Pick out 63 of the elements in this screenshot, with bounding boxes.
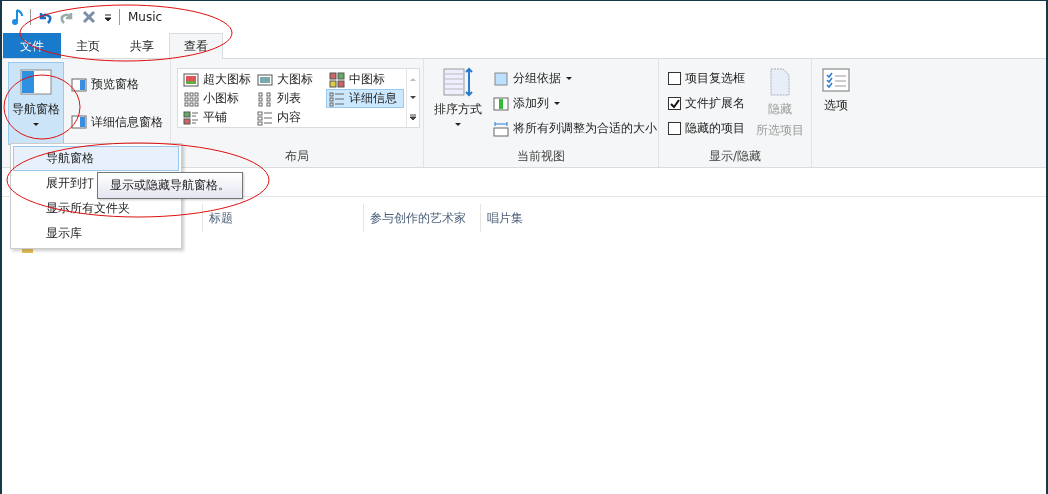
column-header[interactable]: 参与创作的艺术家 (363, 204, 480, 232)
caret-icon (553, 101, 561, 106)
layout-option[interactable]: 超大图标 (180, 70, 254, 89)
navigation-pane-button[interactable]: 导航窗格 (8, 62, 64, 145)
scroll-down-icon (409, 94, 417, 101)
layout-option[interactable]: 大图标 (254, 70, 326, 89)
landscape-icon (257, 71, 273, 88)
details-icon (329, 90, 345, 107)
ribbon-tab[interactable]: 共享 (115, 33, 169, 58)
content-list-icon (257, 109, 273, 126)
caret-icon (32, 122, 40, 127)
menu-item[interactable]: 导航窗格 (13, 146, 179, 171)
ribbon-tab[interactable]: 主页 (61, 33, 115, 58)
caret-icon (454, 122, 462, 127)
checkbox-option[interactable]: 项目复选框 (665, 68, 748, 89)
group-icon (493, 70, 509, 87)
window-title: Music (128, 10, 163, 24)
checklist-icon (822, 67, 850, 93)
caret-icon (565, 76, 573, 81)
sort-columns-icon (442, 67, 474, 97)
group-label: 当前视图 (516, 148, 566, 165)
column-header[interactable]: 唱片集 (480, 204, 617, 232)
blank-page-icon (767, 67, 793, 97)
preview-pane-icon (71, 76, 87, 93)
view-option[interactable]: 将所有列调整为合适的大小 (490, 118, 660, 139)
checkbox[interactable] (668, 122, 681, 135)
add-column-icon (493, 95, 509, 112)
checkbox-option[interactable]: 隐藏的项目 (665, 118, 748, 139)
layout-option[interactable]: 中图标 (326, 70, 404, 89)
small-grid-icon (183, 90, 199, 107)
layout-option[interactable]: 详细信息 (326, 89, 404, 108)
layout-option[interactable]: 平铺 (180, 108, 254, 127)
view-option[interactable]: 分组依据 (490, 68, 660, 89)
picture-frame-icon (183, 71, 199, 88)
layout-option[interactable]: 列表 (254, 89, 326, 108)
group-label: 显示/隐藏 (707, 148, 762, 165)
sort-button[interactable]: 排序方式 (430, 62, 486, 145)
dropdown-icon (103, 11, 113, 23)
layout-option[interactable]: 小图标 (180, 89, 254, 108)
list-icon (257, 90, 273, 107)
column-header[interactable]: 标题 (202, 204, 363, 232)
layout-option[interactable]: 内容 (254, 108, 326, 127)
checkbox[interactable] (668, 72, 681, 85)
tiles-list-icon (183, 109, 199, 126)
close-icon (81, 9, 97, 25)
checkbox[interactable] (668, 97, 681, 110)
tooltip: 显示或隐藏导航窗格。 (97, 172, 243, 199)
pane-layout-icon (20, 67, 52, 97)
pane-option[interactable]: 预览窗格 (68, 74, 166, 96)
music-note-icon (10, 8, 24, 26)
details-pane-icon (71, 114, 87, 131)
fit-columns-icon (493, 120, 509, 137)
menu-item[interactable]: 显示库 (13, 221, 179, 246)
options-button[interactable]: 选项 (818, 62, 854, 145)
group-label: 布局 (284, 148, 310, 165)
view-option[interactable]: 添加列 (490, 93, 660, 114)
ribbon-tab[interactable]: 文件 (3, 33, 61, 58)
ribbon-tab[interactable]: 查看 (169, 33, 223, 59)
tiles-icon (329, 71, 345, 88)
checkbox-option[interactable]: 文件扩展名 (665, 93, 748, 114)
pane-option[interactable]: 详细信息窗格 (68, 111, 166, 133)
scroll-up-icon (409, 75, 417, 82)
expand-gallery-icon (409, 113, 417, 121)
